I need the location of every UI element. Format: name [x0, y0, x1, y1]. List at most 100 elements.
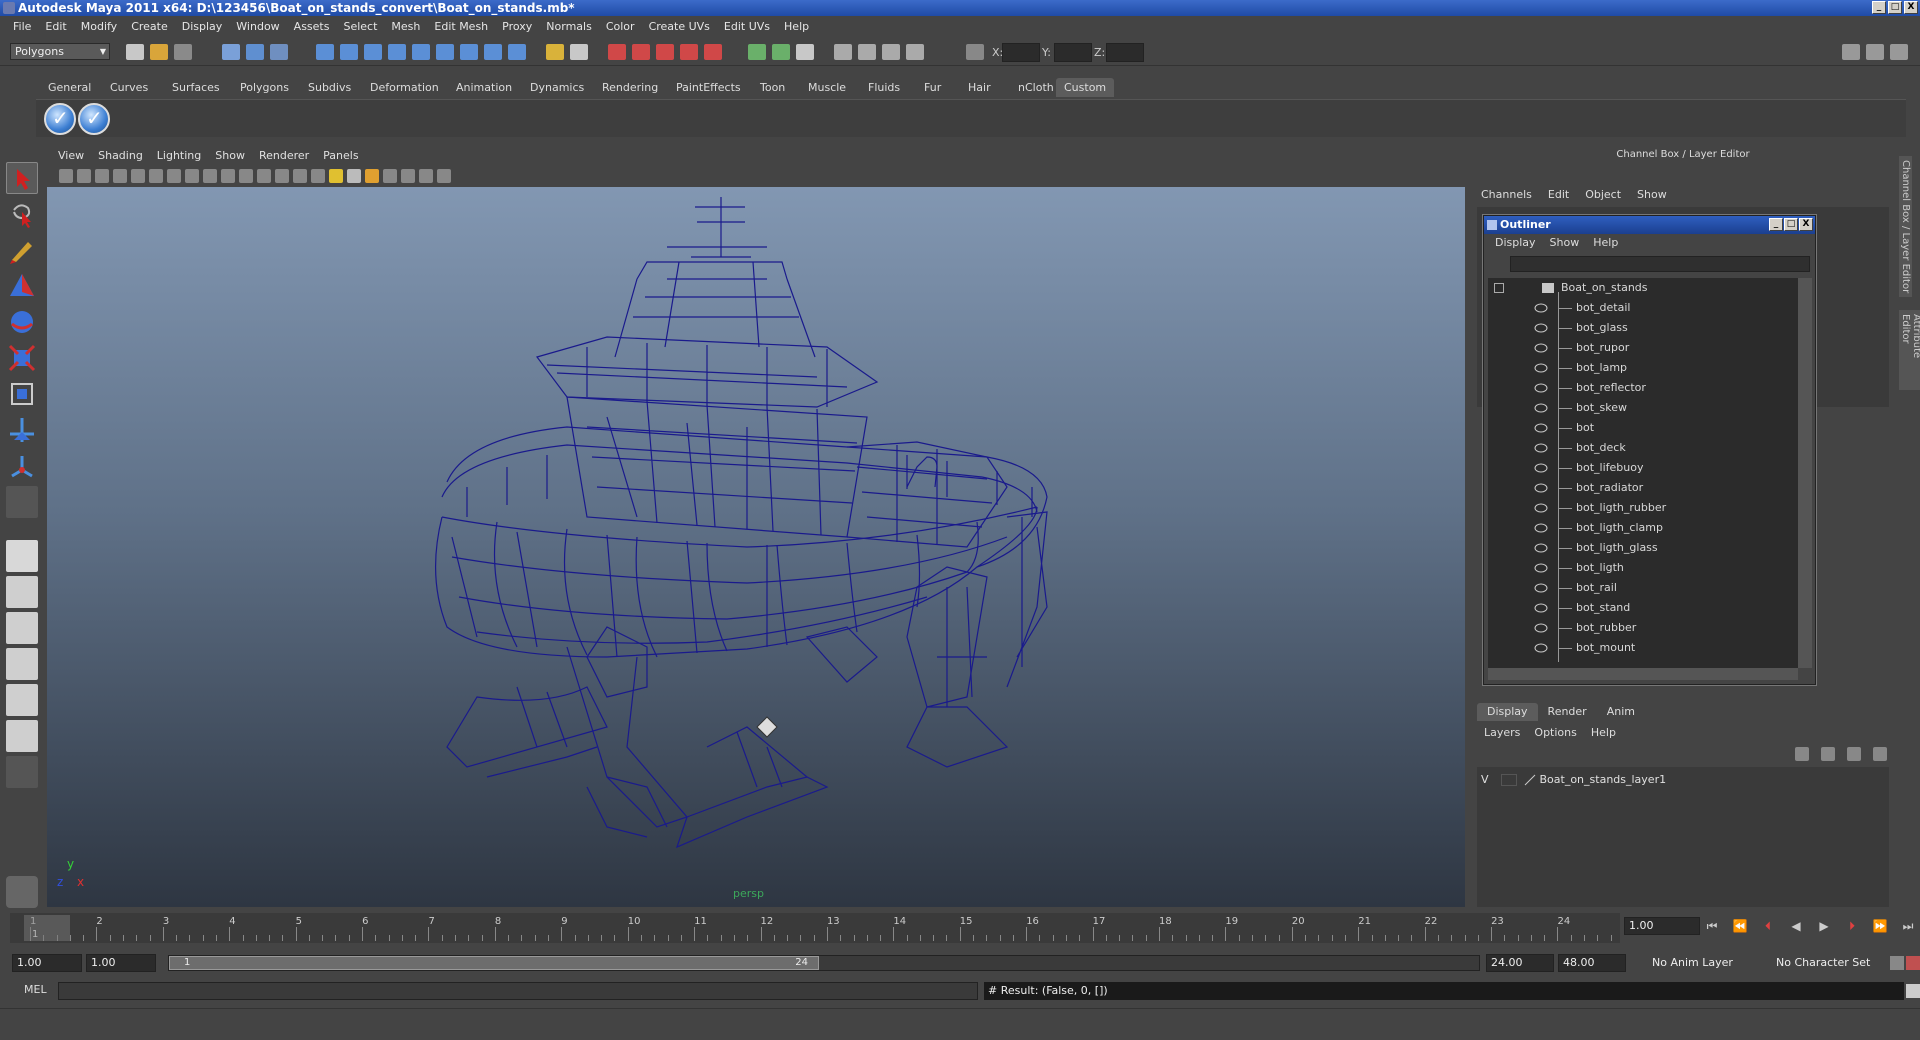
menu-edit-mesh[interactable]: Edit Mesh: [427, 18, 495, 36]
shelf-tab-subdivs[interactable]: Subdivs: [300, 78, 359, 97]
move-layer-down-icon[interactable]: [1821, 747, 1835, 761]
outliner-filter-input[interactable]: [1510, 256, 1810, 272]
menu-normals[interactable]: Normals: [539, 18, 599, 36]
menu-assets[interactable]: Assets: [287, 18, 337, 36]
outliner-item[interactable]: bot: [1488, 418, 1788, 438]
boat-wireframe-model[interactable]: [47, 187, 1465, 907]
close-button[interactable]: X: [1904, 1, 1918, 14]
shelf-tab-polygons[interactable]: Polygons: [232, 78, 297, 97]
menu-proxy[interactable]: Proxy: [495, 18, 539, 36]
toggle-attribute-editor-icon[interactable]: [1842, 44, 1860, 60]
field-chart-icon[interactable]: [203, 169, 217, 183]
render-settings-icon[interactable]: [906, 44, 924, 60]
channel-menu-object[interactable]: Object: [1577, 187, 1629, 203]
outliner-item[interactable]: bot_glass: [1488, 318, 1788, 338]
menu-create[interactable]: Create: [124, 18, 175, 36]
select-surface-icon[interactable]: [388, 44, 406, 60]
range-slider-handle[interactable]: 1 24: [169, 956, 819, 970]
shelf-tab-general[interactable]: General: [40, 78, 99, 97]
go-to-end-icon[interactable]: ⏭: [1898, 917, 1918, 935]
wireframe-on-shaded-icon[interactable]: [293, 169, 307, 183]
step-back-key-icon[interactable]: ⏴: [1758, 917, 1778, 935]
highlight-selection-icon[interactable]: [570, 44, 588, 60]
outliner-menu-show[interactable]: Show: [1543, 234, 1587, 252]
shelf-tab-deformation[interactable]: Deformation: [362, 78, 447, 97]
outliner-item[interactable]: bot_ligth: [1488, 558, 1788, 578]
grid-toggle-icon[interactable]: [131, 169, 145, 183]
shelf-tab-fluids[interactable]: Fluids: [860, 78, 908, 97]
outliner-item[interactable]: bot_ligth_clamp: [1488, 518, 1788, 538]
menu-color[interactable]: Color: [599, 18, 642, 36]
animation-end-field[interactable]: 48.00: [1558, 954, 1626, 972]
open-scene-icon[interactable]: [150, 44, 168, 60]
move-layer-up-icon[interactable]: [1795, 747, 1809, 761]
shelf-tab-toon[interactable]: Toon: [752, 78, 793, 97]
select-rendering-icon[interactable]: [460, 44, 478, 60]
select-misc-icon[interactable]: [484, 44, 502, 60]
isolate-select-icon[interactable]: [383, 169, 397, 183]
panel-menu-renderer[interactable]: Renderer: [252, 147, 316, 165]
create-layer-from-selected-icon[interactable]: [1873, 747, 1887, 761]
select-object-icon[interactable]: [246, 44, 264, 60]
render-view-icon[interactable]: [834, 44, 852, 60]
outliner-maximize-button[interactable]: □: [1784, 218, 1798, 231]
shelf-tab-dynamics[interactable]: Dynamics: [522, 78, 592, 97]
shelf-tab-rendering[interactable]: Rendering: [594, 78, 666, 97]
image-plane-icon[interactable]: [113, 169, 127, 183]
layout-outliner-persp-icon[interactable]: [6, 612, 38, 644]
lasso-tool-icon[interactable]: [6, 198, 38, 230]
shelf-tab-fur[interactable]: Fur: [916, 78, 949, 97]
shelf-tab-surfaces[interactable]: Surfaces: [164, 78, 228, 97]
construction-history-icon[interactable]: [796, 44, 814, 60]
custom-shelf-check-icon[interactable]: [44, 103, 76, 135]
toggle-channel-box-icon[interactable]: [1890, 44, 1908, 60]
layout-graph-persp-icon[interactable]: [6, 648, 38, 680]
command-input[interactable]: [58, 982, 978, 1000]
layout-expand-icon[interactable]: [6, 756, 38, 788]
select-curve-icon[interactable]: [364, 44, 382, 60]
auto-key-icon[interactable]: [1890, 956, 1904, 970]
transform-field-icon[interactable]: [966, 44, 984, 60]
outliner-menu-display[interactable]: Display: [1488, 234, 1543, 252]
range-slider[interactable]: 1 24: [168, 955, 1480, 971]
toggle-tool-settings-icon[interactable]: [1866, 44, 1884, 60]
xray-icon[interactable]: [401, 169, 415, 183]
panel-menu-shading[interactable]: Shading: [91, 147, 150, 165]
outliner-item[interactable]: bot_skew: [1488, 398, 1788, 418]
panel-menu-panels[interactable]: Panels: [316, 147, 365, 165]
select-dynamic-icon[interactable]: [436, 44, 454, 60]
question-icon[interactable]: [508, 44, 526, 60]
smooth-shade-icon[interactable]: [275, 169, 289, 183]
shadows-icon[interactable]: [347, 169, 361, 183]
play-forwards-icon[interactable]: ▶: [1814, 917, 1834, 935]
select-joint-icon[interactable]: [340, 44, 358, 60]
outliner-root-row[interactable]: Boat_on_stands: [1494, 278, 1648, 298]
outliner-item[interactable]: bot_radiator: [1488, 478, 1788, 498]
textured-icon[interactable]: [311, 169, 325, 183]
film-gate-icon[interactable]: [149, 169, 163, 183]
last-tool-used-icon[interactable]: [6, 486, 38, 518]
create-empty-layer-icon[interactable]: [1847, 747, 1861, 761]
menu-display[interactable]: Display: [175, 18, 230, 36]
render-current-icon[interactable]: [858, 44, 876, 60]
layer-color-swatch[interactable]: [1524, 774, 1536, 786]
layer-menu-layers[interactable]: Layers: [1477, 725, 1527, 741]
perspective-viewport[interactable]: persp y z x: [47, 187, 1465, 907]
use-all-lights-icon[interactable]: [329, 169, 343, 183]
outliner-item[interactable]: bot_deck: [1488, 438, 1788, 458]
gate-mask-icon[interactable]: [185, 169, 199, 183]
script-editor-icon[interactable]: [6, 876, 38, 908]
snap-grid-icon[interactable]: [608, 44, 626, 60]
layout-custom-icon[interactable]: [6, 720, 38, 752]
output-ops-icon[interactable]: [772, 44, 790, 60]
go-to-start-icon[interactable]: ⏮: [1702, 917, 1722, 935]
anim-layer-dropdown[interactable]: No Anim Layer: [1648, 954, 1758, 972]
camera-attributes-icon[interactable]: [77, 169, 91, 183]
scale-tool-icon[interactable]: [6, 342, 38, 374]
select-component-icon[interactable]: [270, 44, 288, 60]
high-quality-icon[interactable]: [365, 169, 379, 183]
character-set-dropdown[interactable]: No Character Set: [1772, 954, 1884, 972]
channel-menu-channels[interactable]: Channels: [1473, 187, 1540, 203]
snap-point-icon[interactable]: [656, 44, 674, 60]
layout-four-pane-icon[interactable]: [6, 576, 38, 608]
